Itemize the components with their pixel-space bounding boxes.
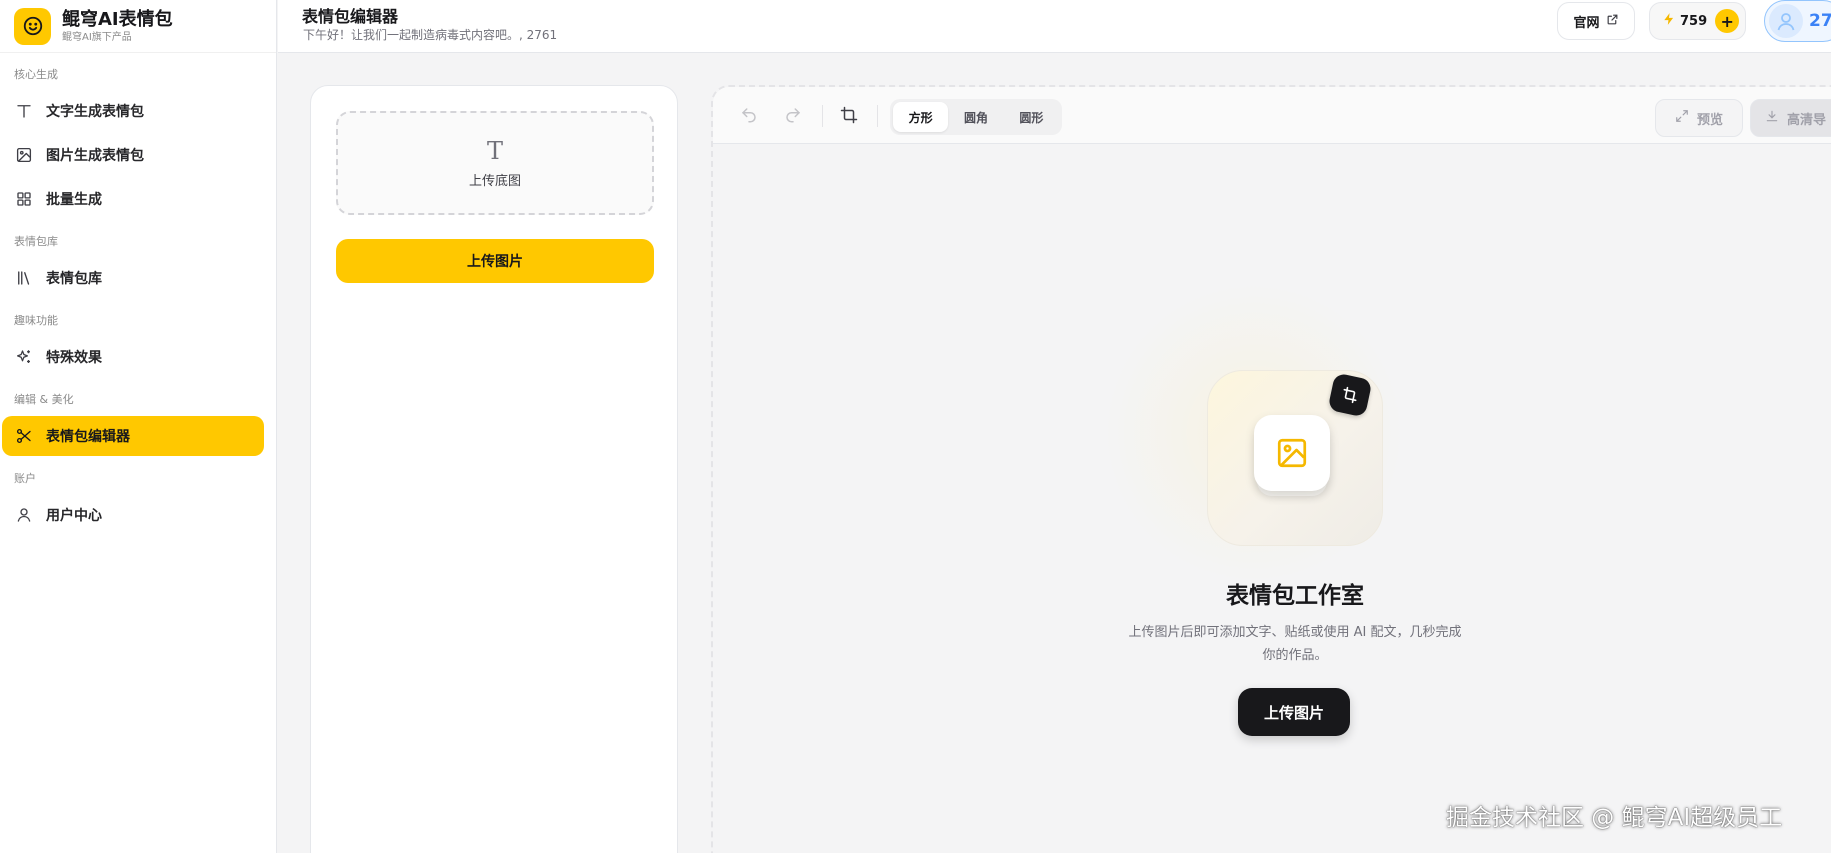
toolbar-divider [877,105,878,127]
app-root: 鲲穹AI表情包 鲲穹AI旗下产品 核心生成 文字生成表情包 图片生成表情包 批量… [0,0,1831,853]
avatar [1769,4,1803,38]
official-site-label: 官网 [1573,15,1600,31]
sidebar-item-label: 文字生成表情包 [46,104,144,120]
export-label: 高清导 [1787,112,1827,128]
sidebar-item-label: 表情包编辑器 [46,429,130,445]
sidebar: 鲲穹AI表情包 鲲穹AI旗下产品 核心生成 文字生成表情包 图片生成表情包 批量… [0,0,277,853]
redo-icon[interactable] [782,104,804,126]
sidebar-item-image-generate[interactable]: 图片生成表情包 [2,135,264,175]
text-icon [14,101,34,121]
sidebar-item-text-generate[interactable]: 文字生成表情包 [2,91,264,131]
library-icon [14,268,34,288]
brand[interactable]: 鲲穹AI表情包 鲲穹AI旗下产品 [0,0,276,53]
user-icon [14,505,34,525]
nav-group-title-library: 表情包库 [14,235,58,248]
export-hd-button[interactable]: 高清导 [1750,99,1831,137]
shape-selector: 方形 圆角 圆形 [890,99,1062,135]
image-placeholder-icon [1254,415,1330,491]
canvas-area: 方形 圆角 圆形 预览 高清导 表情包工作室 上传图片后即可添加文字、贴纸或使用… [711,85,1831,853]
lightning-icon [1662,11,1676,31]
sidebar-item-editor[interactable]: 表情包编辑器 [2,416,264,456]
studio-title: 表情包工作室 [1226,583,1364,609]
editor-toolbar: 方形 圆角 圆形 预览 高清导 [713,87,1831,144]
sidebar-item-label: 图片生成表情包 [46,148,144,164]
preview-button[interactable]: 预览 [1655,99,1743,137]
download-icon [1765,109,1779,127]
external-link-icon [1606,13,1619,30]
studio-upload-button[interactable]: 上传图片 [1238,688,1350,736]
shape-circle-option[interactable]: 圆形 [1004,102,1059,132]
credits-count: 759 [1680,13,1708,29]
grid-icon [14,189,34,209]
toolbar-divider [822,105,823,127]
preview-label: 预览 [1696,112,1723,128]
user-count: 27 [1809,11,1831,31]
sidebar-item-label: 批量生成 [46,192,102,208]
shape-square-option[interactable]: 方形 [893,102,949,132]
scissors-icon [14,426,34,446]
sidebar-item-effects[interactable]: 特殊效果 [2,337,264,377]
sidebar-item-user-center[interactable]: 用户中心 [2,495,264,535]
brand-title: 鲲穹AI表情包 [62,8,173,30]
plus-icon[interactable]: + [1715,9,1740,33]
sparkles-icon [14,347,34,367]
studio-description-line: 上传图片后即可添加文字、贴纸或使用 AI 配文，几秒完成 [1128,625,1462,640]
sidebar-item-label: 表情包库 [46,271,102,287]
image-icon [14,145,34,165]
upload-zone-label: 上传底图 [468,173,521,189]
undo-icon[interactable] [738,104,760,126]
text-tool-icon: T [486,136,503,165]
shape-rounded-option[interactable]: 圆角 [948,102,1003,132]
studio-description: 上传图片后即可添加文字、贴纸或使用 AI 配文，几秒完成 你的作品。 [1113,621,1477,667]
upload-base-image-zone[interactable]: T 上传底图 [336,111,654,215]
nav-group-title-edit: 编辑 & 美化 [14,393,74,406]
credits-button[interactable]: 759 + [1649,2,1746,40]
page-title: 表情包编辑器 [302,7,399,26]
user-menu-button[interactable]: 27 [1764,0,1831,42]
upload-image-button[interactable]: 上传图片 [336,239,654,283]
official-site-button[interactable]: 官网 [1557,2,1635,40]
nav-group-title-account: 账户 [14,472,36,485]
sidebar-item-batch[interactable]: 批量生成 [2,179,264,219]
sidebar-nav: 核心生成 文字生成表情包 图片生成表情包 批量生成 表情包库 表情包库 趣味功能… [0,53,276,535]
sidebar-item-label: 用户中心 [46,508,102,524]
smiley-icon [14,7,51,45]
watermark: 掘金技术社区 @ 鲲穹AI超级员工 [1446,805,1783,831]
page-subtitle: 下午好！让我们一起制造病毒式内容吧。, 2761 [303,28,558,42]
header: 表情包编辑器 下午好！让我们一起制造病毒式内容吧。, 2761 官网 759 +… [278,0,1831,53]
expand-icon [1675,109,1689,127]
studio-description-line: 你的作品。 [1262,648,1328,663]
crop-icon[interactable] [838,104,860,126]
nav-group-title-fun: 趣味功能 [14,314,58,327]
nav-group-title-core: 核心生成 [14,68,58,81]
sidebar-item-label: 特殊效果 [46,350,102,366]
left-panel: T 上传底图 上传图片 [310,85,678,853]
sidebar-item-library[interactable]: 表情包库 [2,258,264,298]
brand-subtitle: 鲲穹AI旗下产品 [62,31,132,43]
